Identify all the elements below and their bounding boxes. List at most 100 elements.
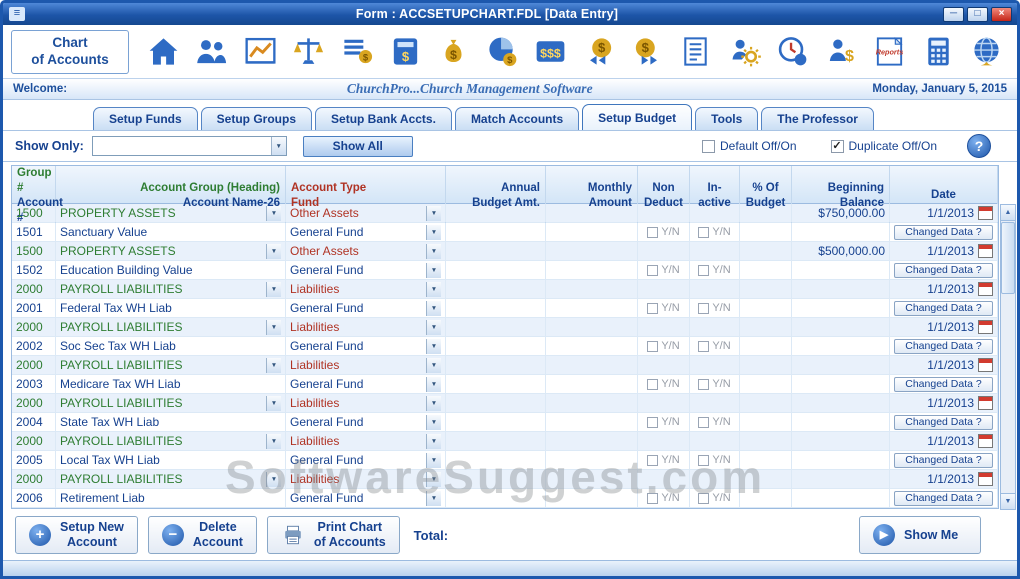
monthly-amount-cell[interactable] <box>546 223 638 241</box>
account-number-cell[interactable]: 2000 <box>12 470 56 488</box>
dropdown-arrow-icon[interactable]: ▼ <box>426 472 441 487</box>
show-me-button[interactable]: ▶ Show Me <box>859 516 981 554</box>
annual-budget-cell[interactable] <box>446 242 546 260</box>
payroll-icon[interactable]: $ <box>819 30 864 74</box>
account-type-cell[interactable]: Other Assets▼ <box>286 242 446 260</box>
dropdown-arrow-icon[interactable]: ▼ <box>266 396 281 411</box>
account-name-cell[interactable]: PROPERTY ASSETS▼ <box>56 204 286 222</box>
beginning-balance-cell[interactable] <box>792 318 890 336</box>
tab-setup-funds[interactable]: Setup Funds <box>93 107 198 130</box>
dropdown-arrow-icon[interactable]: ▼ <box>426 358 441 373</box>
account-type-cell[interactable]: Liabilities▼ <box>286 356 446 374</box>
scales-icon[interactable] <box>286 30 331 74</box>
beginning-balance-cell[interactable] <box>792 394 890 412</box>
account-number-cell[interactable]: 2000 <box>12 356 56 374</box>
account-name-cell[interactable]: Retirement Liab <box>56 489 286 507</box>
dropdown-arrow-icon[interactable]: ▼ <box>426 244 441 259</box>
annual-budget-cell[interactable] <box>446 299 546 317</box>
account-type-cell[interactable]: General Fund▼ <box>286 223 446 241</box>
setup-new-account-button[interactable]: + Setup New Account <box>15 516 138 554</box>
titlebar[interactable]: ≡ Form : ACCSETUPCHART.FDL [Data Entry] … <box>3 3 1017 25</box>
annual-budget-cell[interactable] <box>446 489 546 507</box>
beginning-balance-cell[interactable] <box>792 432 890 450</box>
scroll-up-icon[interactable]: ▲ <box>1001 205 1015 221</box>
changed-data-button[interactable]: Changed Data ? <box>894 225 993 240</box>
date-cell[interactable]: 1/1/2013 <box>890 394 998 412</box>
annual-budget-cell[interactable] <box>446 204 546 222</box>
pct-budget-cell[interactable] <box>740 280 792 298</box>
beginning-balance-cell[interactable] <box>792 337 890 355</box>
members-icon[interactable] <box>189 30 234 74</box>
changed-data-button[interactable]: Changed Data ? <box>894 263 993 278</box>
account-number-cell[interactable]: 1501 <box>12 223 56 241</box>
yn-checkbox[interactable] <box>647 493 658 504</box>
account-type-cell[interactable]: General Fund▼ <box>286 375 446 393</box>
beginning-balance-cell[interactable] <box>792 470 890 488</box>
changed-data-button[interactable]: Changed Data ? <box>894 377 993 392</box>
globe-icon[interactable] <box>964 30 1009 74</box>
monthly-amount-cell[interactable] <box>546 470 638 488</box>
dropdown-arrow-icon[interactable]: ▼ <box>426 453 441 468</box>
beginning-balance-cell[interactable] <box>792 413 890 431</box>
pct-budget-cell[interactable] <box>740 223 792 241</box>
yn-checkbox[interactable] <box>647 227 658 238</box>
close-icon[interactable]: × <box>991 7 1012 22</box>
annual-budget-cell[interactable] <box>446 356 546 374</box>
account-type-cell[interactable]: General Fund▼ <box>286 413 446 431</box>
pct-budget-cell[interactable] <box>740 375 792 393</box>
pct-budget-cell[interactable] <box>740 204 792 222</box>
changed-data-button[interactable]: Changed Data ? <box>894 491 993 506</box>
pct-budget-cell[interactable] <box>740 394 792 412</box>
checkbox-icon[interactable]: ✓ <box>831 140 844 153</box>
account-name-cell[interactable]: Local Tax WH Liab <box>56 451 286 469</box>
yn-checkbox[interactable] <box>647 265 658 276</box>
dropdown-arrow-icon[interactable]: ▼ <box>426 263 441 278</box>
annual-budget-cell[interactable] <box>446 318 546 336</box>
dropdown-arrow-icon[interactable]: ▼ <box>426 415 441 430</box>
dropdown-arrow-icon[interactable]: ▼ <box>266 206 281 221</box>
account-name-cell[interactable]: PAYROLL LIABILITIES▼ <box>56 356 286 374</box>
date-cell[interactable]: 1/1/2013 <box>890 204 998 222</box>
monthly-amount-cell[interactable] <box>546 413 638 431</box>
annual-budget-cell[interactable] <box>446 280 546 298</box>
ledger-icon[interactable]: $ <box>335 30 380 74</box>
monthly-amount-cell[interactable] <box>546 261 638 279</box>
toggle-default-off-on[interactable]: Default Off/On <box>702 139 796 153</box>
yn-checkbox[interactable] <box>647 455 658 466</box>
pct-budget-cell[interactable] <box>740 242 792 260</box>
dropdown-arrow-icon[interactable]: ▼ <box>426 320 441 335</box>
changed-data-button[interactable]: Changed Data ? <box>894 453 993 468</box>
pct-budget-cell[interactable] <box>740 489 792 507</box>
account-name-cell[interactable]: Medicare Tax WH Liab <box>56 375 286 393</box>
account-number-cell[interactable]: 2005 <box>12 451 56 469</box>
monthly-amount-cell[interactable] <box>546 280 638 298</box>
yn-checkbox[interactable] <box>698 227 709 238</box>
pct-budget-cell[interactable] <box>740 337 792 355</box>
date-cell[interactable]: 1/1/2013 <box>890 318 998 336</box>
beginning-balance-cell[interactable] <box>792 261 890 279</box>
account-type-cell[interactable]: General Fund▼ <box>286 489 446 507</box>
date-cell[interactable]: 1/1/2013 <box>890 242 998 260</box>
account-number-cell[interactable]: 1500 <box>12 242 56 260</box>
yn-checkbox[interactable] <box>698 493 709 504</box>
minimize-icon[interactable]: ─ <box>943 7 964 22</box>
account-name-cell[interactable]: Sanctuary Value <box>56 223 286 241</box>
yn-checkbox[interactable] <box>698 303 709 314</box>
account-number-cell[interactable]: 1502 <box>12 261 56 279</box>
vertical-scrollbar[interactable]: ▲ ▼ <box>1000 204 1016 510</box>
pie-report-icon[interactable]: $ <box>480 30 525 74</box>
beginning-balance-cell[interactable] <box>792 299 890 317</box>
print-chart-button[interactable]: Print Chart of Accounts <box>267 516 400 554</box>
account-type-cell[interactable]: Liabilities▼ <box>286 470 446 488</box>
tab-match-accounts[interactable]: Match Accounts <box>455 107 579 130</box>
show-all-button[interactable]: Show All <box>303 136 413 157</box>
date-cell[interactable]: 1/1/2013 <box>890 280 998 298</box>
calendar-icon[interactable] <box>978 358 993 372</box>
yn-checkbox[interactable] <box>647 341 658 352</box>
yn-checkbox[interactable] <box>647 379 658 390</box>
calendar-icon[interactable] <box>978 434 993 448</box>
dropdown-arrow-icon[interactable]: ▼ <box>426 396 441 411</box>
account-name-cell[interactable]: Federal Tax WH Liab <box>56 299 286 317</box>
account-type-cell[interactable]: General Fund▼ <box>286 451 446 469</box>
dropdown-arrow-icon[interactable]: ▼ <box>266 358 281 373</box>
